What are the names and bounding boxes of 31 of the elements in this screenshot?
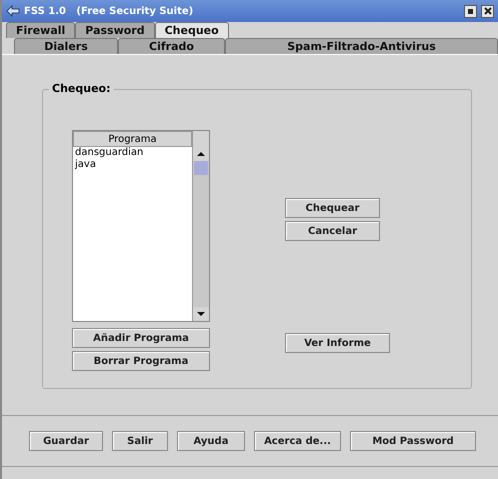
program-button[interactable]: Añadir Programa [72,328,210,348]
scroll-down-icon[interactable] [193,307,209,321]
column-header[interactable]: Programa [73,131,192,147]
scroll-up-icon[interactable] [193,147,209,161]
action-button[interactable]: Cancelar [285,221,380,241]
tab[interactable]: Password [75,22,155,38]
scrollbar-thumb[interactable] [194,161,208,175]
tab[interactable]: Cifrado [118,38,225,54]
tab[interactable]: Spam-Filtrado-Antivirus [225,38,498,54]
footer-button[interactable]: Ayuda [177,431,245,451]
tab[interactable]: Dialers [14,38,118,54]
report-button[interactable]: Ver Informe [285,333,390,353]
tab[interactable]: Chequeo [154,22,229,38]
table-cell[interactable]: java [73,159,192,171]
tab[interactable]: Firewall [6,22,76,38]
footer-button[interactable]: Mod Password [350,431,476,451]
scrollbar[interactable] [192,131,209,321]
program-button[interactable]: Borrar Programa [72,351,210,371]
window-title: FSS 1.0 (Free Security Suite) [24,6,194,16]
close-button[interactable] [481,4,494,18]
app-icon [6,5,20,17]
table-cell[interactable]: dansguardian [73,147,192,159]
close-icon [484,7,492,15]
footer-button[interactable]: Guardar [29,431,103,451]
minimize-button[interactable] [464,4,477,18]
scroll-corner [193,131,209,147]
footer-button[interactable]: Acerca de... [254,431,341,451]
action-button[interactable]: Chequear [285,198,380,218]
group-title: Chequeo: [49,82,114,95]
footer-button[interactable]: Salir [112,431,168,451]
square-icon [468,8,473,14]
